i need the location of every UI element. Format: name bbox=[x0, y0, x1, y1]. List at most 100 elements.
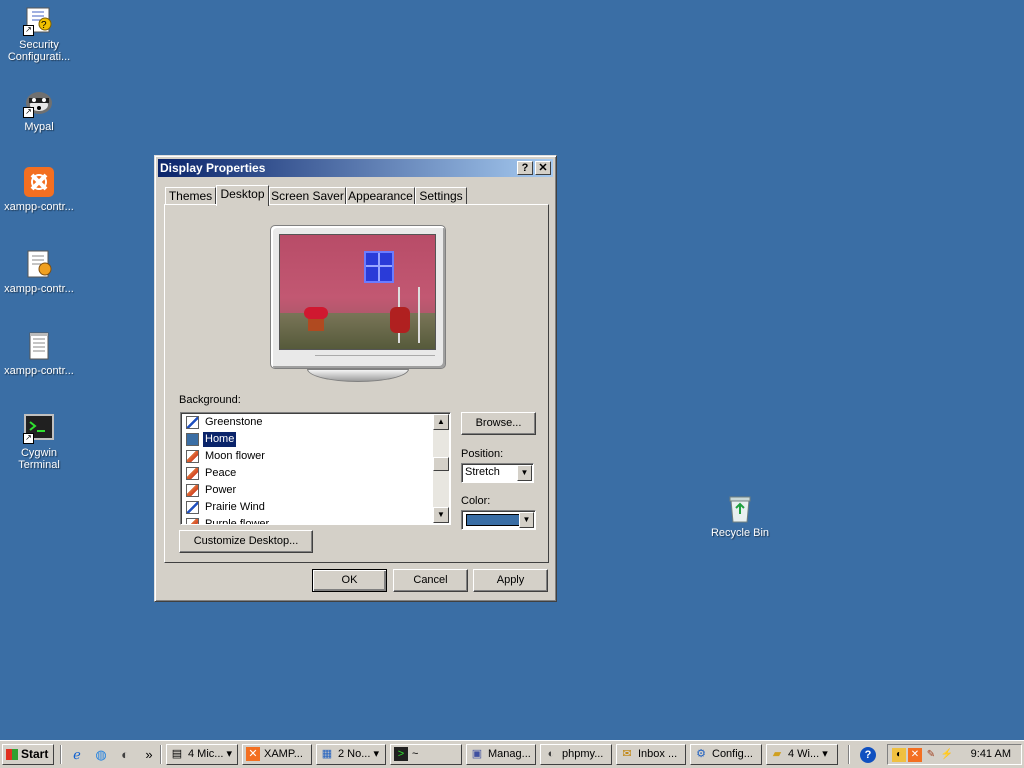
list-item[interactable]: Greenstone bbox=[185, 414, 435, 431]
tab-screen-saver[interactable]: Screen Saver bbox=[269, 187, 346, 205]
raccoon-icon: ◐ bbox=[547, 748, 555, 760]
list-item-selected[interactable]: Home bbox=[185, 431, 435, 448]
task-computer-management[interactable]: ▣ Manag... bbox=[466, 744, 536, 765]
position-label: Position: bbox=[461, 448, 504, 460]
raccoon-icon[interactable]: ◐ bbox=[117, 747, 133, 763]
ie-globe-icon[interactable]: ◍ bbox=[93, 747, 109, 763]
help-button[interactable]: ? bbox=[517, 161, 533, 175]
ok-button[interactable]: OK bbox=[312, 569, 387, 592]
tray-xampp-icon[interactable]: ✕ bbox=[908, 748, 922, 762]
browse-button[interactable]: Browse... bbox=[461, 412, 536, 435]
task-group-microsoft[interactable]: ▤ 4 Mic... ▾ bbox=[166, 744, 238, 765]
taskbar: Start ℯ ◍ ◐ » ▤ 4 Mic... ▾ ✕ XAMP... ▦ 2… bbox=[0, 740, 1024, 768]
text-file-icon bbox=[23, 330, 55, 362]
tray-raccoon-icon[interactable]: ◐ bbox=[892, 748, 906, 762]
bitmap-file-icon bbox=[186, 467, 199, 480]
customize-desktop-button[interactable]: Customize Desktop... bbox=[179, 530, 313, 553]
desktop-icon-label: Recycle Bin bbox=[710, 527, 770, 539]
display-properties-window: Display Properties ? ✕ Themes Desktop Sc… bbox=[154, 155, 557, 602]
tray-network-icon[interactable]: ⚡ bbox=[940, 748, 954, 762]
desktop-icon-xampp-control-3[interactable]: xampp-contr... bbox=[0, 330, 78, 377]
mail-icon: ✉ bbox=[622, 748, 632, 760]
none-icon bbox=[186, 433, 199, 446]
scroll-up-arrow-icon[interactable]: ▲ bbox=[433, 414, 449, 430]
bitmap-file-icon bbox=[186, 450, 199, 463]
task-terminal[interactable]: > ~ bbox=[390, 744, 462, 765]
desktop-icon-label: xampp-contr... bbox=[4, 283, 74, 295]
tab-themes[interactable]: Themes bbox=[165, 187, 216, 205]
color-picker[interactable]: ▼ bbox=[461, 510, 536, 530]
list-item[interactable]: Purple flower bbox=[185, 516, 435, 524]
background-label: Background: bbox=[179, 394, 241, 406]
start-button[interactable]: Start bbox=[2, 744, 54, 765]
chevron-down-icon[interactable]: ▼ bbox=[519, 512, 534, 528]
pattern-file-icon bbox=[186, 416, 199, 429]
position-select[interactable]: Stretch ▼ bbox=[461, 463, 534, 483]
system-tray: ◐ ✕ ✎ ⚡ 9:41 AM bbox=[887, 744, 1022, 765]
tab-desktop[interactable]: Desktop bbox=[216, 185, 269, 206]
config-file-icon bbox=[23, 248, 55, 280]
bitmap-file-icon bbox=[186, 518, 199, 524]
listbox-scrollbar[interactable]: ▲ ▼ bbox=[433, 414, 449, 523]
folder-icon: ▰ bbox=[772, 748, 782, 760]
pattern-file-icon bbox=[186, 501, 199, 514]
group-icon: ▤ bbox=[171, 748, 183, 760]
desktop-icon-label: xampp-contr... bbox=[4, 201, 74, 213]
desktop-icon-security-configuration[interactable]: ? ↗ Security Configurati... bbox=[0, 4, 78, 63]
chevron-down-icon[interactable]: ▼ bbox=[517, 465, 532, 481]
tab-appearance[interactable]: Appearance bbox=[346, 187, 415, 205]
close-button[interactable]: ✕ bbox=[535, 161, 551, 175]
desktop-icon-cygwin-terminal[interactable]: ↗ Cygwin Terminal bbox=[0, 412, 78, 471]
scroll-down-arrow-icon[interactable]: ▼ bbox=[433, 507, 449, 523]
task-xampp[interactable]: ✕ XAMP... bbox=[242, 744, 312, 765]
desktop-icon-xampp-control-2[interactable]: xampp-contr... bbox=[0, 248, 78, 295]
desktop-icon-label: Mypal bbox=[24, 121, 54, 133]
color-label: Color: bbox=[461, 495, 491, 507]
terminal-icon: ↗ bbox=[23, 412, 55, 444]
terminal-icon: > bbox=[394, 747, 408, 761]
window-title: Display Properties bbox=[160, 161, 266, 175]
task-config[interactable]: ⚙ Config... bbox=[690, 744, 762, 765]
apply-button[interactable]: Apply bbox=[473, 569, 548, 592]
desktop-icon-mypal[interactable]: ↗ Mypal bbox=[0, 86, 78, 133]
config-icon: ⚙ bbox=[696, 748, 706, 760]
raccoon-icon: ↗ bbox=[23, 86, 55, 118]
list-item[interactable]: Prairie Wind bbox=[185, 499, 435, 516]
task-phpmyadmin[interactable]: ◐ phpmy... bbox=[540, 744, 612, 765]
svg-text:?: ? bbox=[41, 20, 47, 31]
task-inbox[interactable]: ✉ Inbox ... bbox=[616, 744, 686, 765]
desktop-icon-label: Cygwin Terminal bbox=[18, 447, 60, 471]
xampp-icon: ✕ bbox=[246, 747, 260, 761]
cancel-button[interactable]: Cancel bbox=[393, 569, 468, 592]
clock[interactable]: 9:41 AM bbox=[971, 748, 1011, 760]
manage-icon: ▣ bbox=[471, 748, 483, 760]
desktop-tab-panel: Background: Greenstone Home Moon flower … bbox=[164, 204, 549, 563]
list-item[interactable]: Power bbox=[185, 482, 435, 499]
desktop-icon-recycle-bin[interactable]: Recycle Bin bbox=[701, 492, 779, 539]
ie-icon[interactable]: ℯ bbox=[69, 747, 85, 763]
security-config-icon: ? ↗ bbox=[23, 4, 55, 36]
scroll-thumb[interactable] bbox=[433, 457, 449, 471]
help-icon[interactable]: ? bbox=[860, 747, 876, 763]
list-item[interactable]: Peace bbox=[185, 465, 435, 482]
more-chevron-icon[interactable]: » bbox=[141, 747, 157, 763]
color-swatch bbox=[466, 514, 522, 526]
title-bar[interactable]: Display Properties ? ✕ bbox=[158, 159, 553, 177]
tab-settings[interactable]: Settings bbox=[415, 187, 467, 205]
monitor-preview bbox=[270, 225, 446, 369]
desktop-icon-xampp-control-1[interactable]: xampp-contr... bbox=[0, 166, 78, 213]
wallpaper-preview bbox=[279, 234, 436, 350]
bitmap-file-icon bbox=[186, 484, 199, 497]
desktop-icon-label: Security Configurati... bbox=[7, 39, 71, 63]
position-value: Stretch bbox=[465, 466, 500, 478]
task-group-notepad[interactable]: ▦ 2 No... ▾ bbox=[316, 744, 386, 765]
xampp-icon bbox=[23, 166, 55, 198]
background-listbox[interactable]: Greenstone Home Moon flower Peace Power … bbox=[180, 412, 451, 525]
list-item[interactable]: Moon flower bbox=[185, 448, 435, 465]
desktop-icon-label: xampp-contr... bbox=[4, 365, 74, 377]
monitor-stand bbox=[307, 369, 409, 382]
tray-tools-icon[interactable]: ✎ bbox=[924, 748, 938, 762]
task-group-windows-explorer[interactable]: ▰ 4 Wi... ▾ bbox=[766, 744, 838, 765]
notepad-icon: ▦ bbox=[321, 748, 333, 760]
windows-logo-icon bbox=[6, 749, 18, 760]
